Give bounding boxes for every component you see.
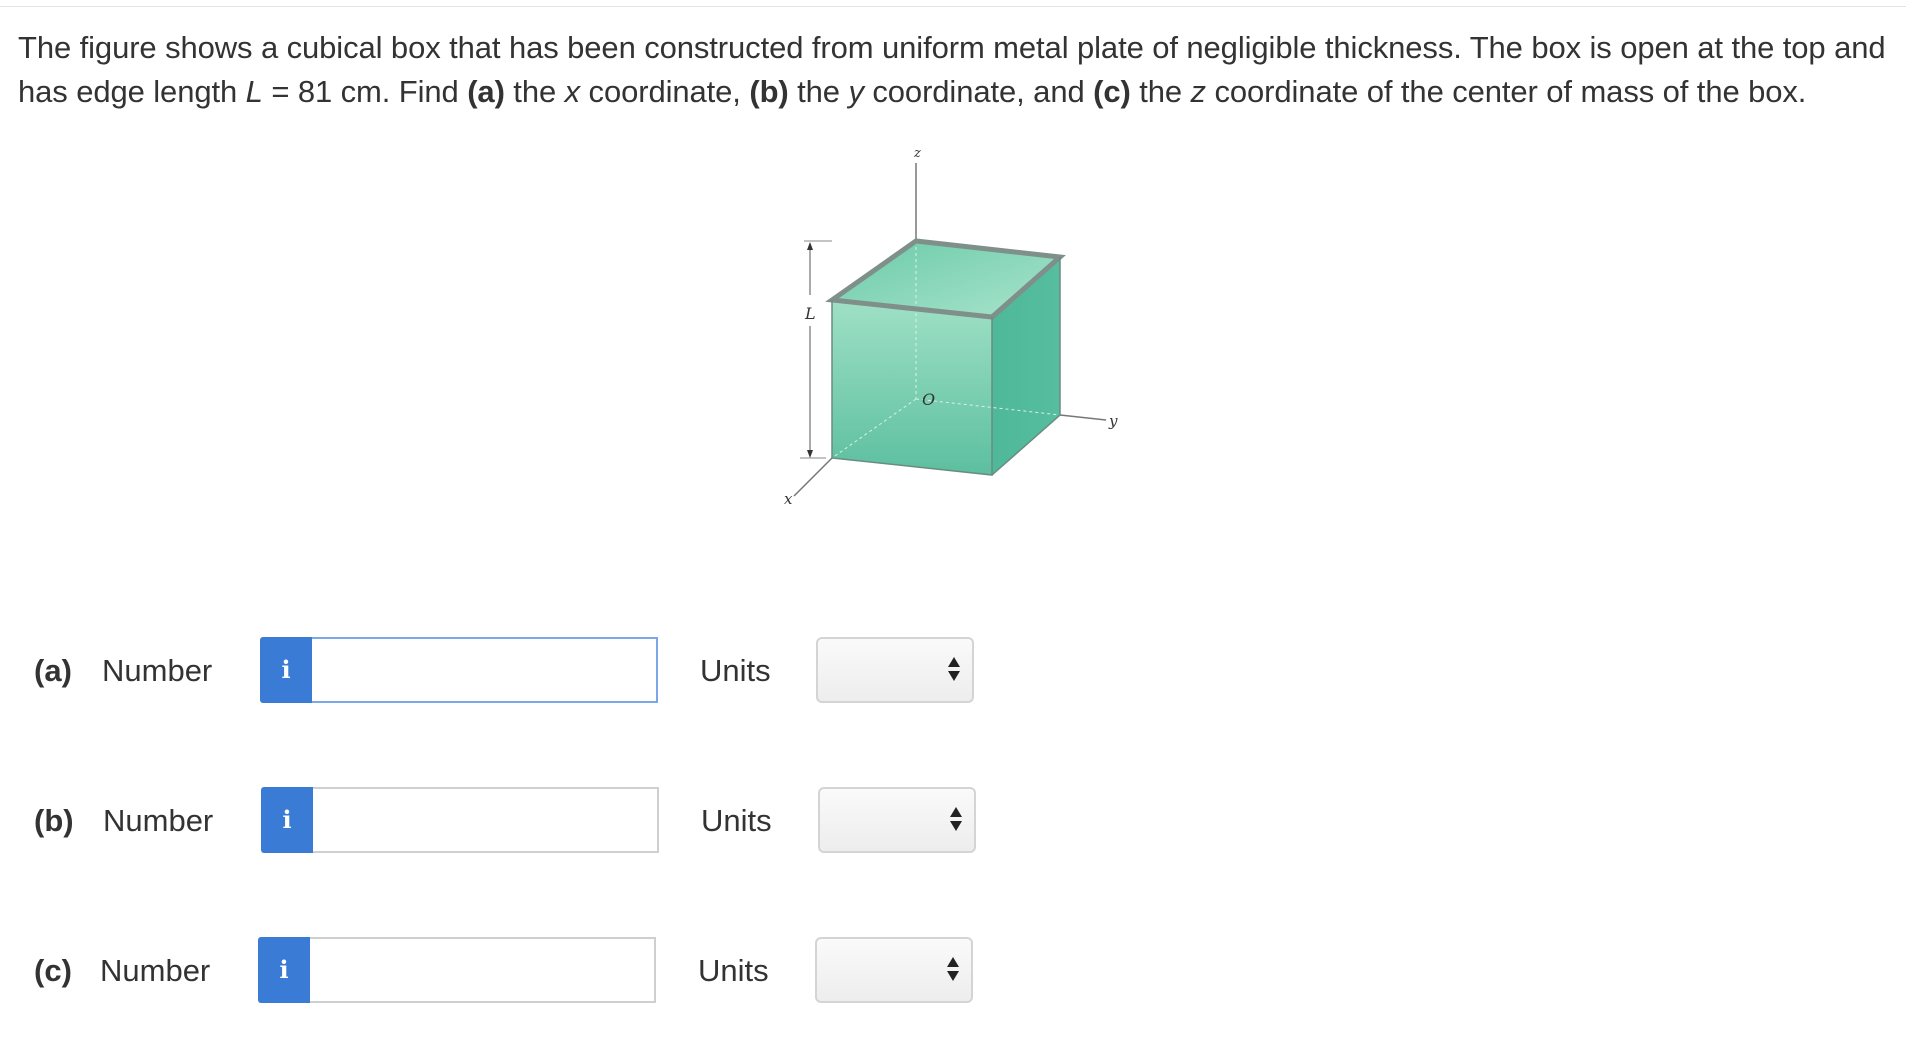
units-label: Units bbox=[698, 953, 769, 988]
select-arrows-icon bbox=[947, 957, 959, 983]
origin-label: O bbox=[922, 390, 935, 409]
units-label: Units bbox=[701, 803, 772, 838]
cube-diagram: z y x L O bbox=[784, 146, 1118, 508]
number-label: Number bbox=[102, 653, 213, 688]
z-variable: z bbox=[1190, 74, 1207, 109]
number-input-a[interactable] bbox=[312, 637, 658, 703]
cube-front-face bbox=[832, 300, 992, 475]
top-divider bbox=[0, 6, 1906, 7]
question-text-part: coordinate, bbox=[580, 74, 750, 109]
part-c-marker: (c) bbox=[1093, 74, 1131, 109]
x-axis bbox=[793, 457, 833, 497]
y-axis-label: y bbox=[1108, 412, 1118, 430]
units-select-c[interactable] bbox=[815, 937, 973, 1003]
x-variable: x bbox=[564, 74, 581, 109]
number-label: Number bbox=[100, 953, 211, 988]
cube-figure: z y x L O bbox=[770, 140, 1150, 520]
question-text-part: coordinate, and bbox=[863, 74, 1094, 109]
number-field-c[interactable] bbox=[310, 939, 654, 1001]
dimension-arrow-down bbox=[807, 450, 813, 458]
info-icon[interactable]: i bbox=[261, 787, 313, 853]
x-axis-label: x bbox=[784, 490, 793, 508]
select-arrows-icon bbox=[950, 807, 962, 833]
y-variable: y bbox=[848, 74, 864, 109]
edge-length-label: L bbox=[804, 304, 816, 323]
part-label: (b) bbox=[34, 803, 74, 838]
number-field-a[interactable] bbox=[312, 639, 656, 701]
units-select-a[interactable] bbox=[816, 637, 974, 703]
part-label: (a) bbox=[34, 653, 72, 688]
edge-length-symbol: L bbox=[245, 74, 263, 109]
question-text-part: = 81 cm. Find bbox=[262, 74, 468, 109]
number-label: Number bbox=[103, 803, 214, 838]
units-select-b[interactable] bbox=[818, 787, 976, 853]
z-axis-label: z bbox=[913, 146, 921, 161]
question-text-part: the bbox=[504, 74, 565, 109]
info-icon[interactable]: i bbox=[260, 637, 312, 703]
info-icon[interactable]: i bbox=[258, 937, 310, 1003]
y-axis bbox=[1059, 414, 1107, 421]
number-input-c[interactable] bbox=[310, 937, 656, 1003]
part-label: (c) bbox=[34, 953, 72, 988]
part-a-marker: (a) bbox=[467, 74, 505, 109]
number-field-b[interactable] bbox=[313, 789, 657, 851]
select-arrows-icon bbox=[948, 657, 960, 683]
question-text-part: coordinate of the center of mass of the … bbox=[1205, 74, 1807, 109]
dimension-arrow-up bbox=[807, 242, 813, 250]
units-label: Units bbox=[700, 653, 771, 688]
question-text-part: the bbox=[1130, 74, 1191, 109]
question-text: The figure shows a cubical box that has … bbox=[18, 26, 1888, 114]
number-input-b[interactable] bbox=[313, 787, 659, 853]
question-text-part: the bbox=[788, 74, 849, 109]
part-b-marker: (b) bbox=[749, 74, 789, 109]
